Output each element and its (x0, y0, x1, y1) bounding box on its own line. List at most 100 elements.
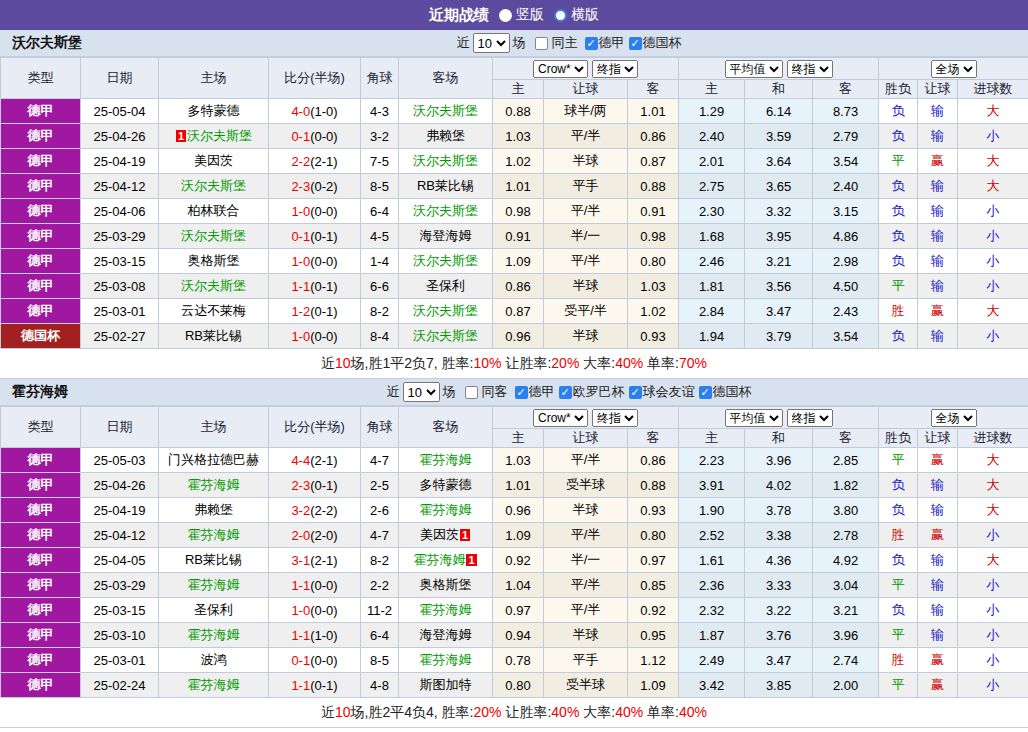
match-row: 德甲25-02-24霍芬海姆1-1(0-1)4-8斯图加特0.80受半球1.09… (1, 673, 1028, 698)
same-venue-checkbox[interactable] (535, 37, 548, 50)
avg-draw: 3.95 (745, 224, 813, 249)
col-handicap: 让球 (544, 429, 628, 448)
result-goals: 小 (958, 224, 1028, 249)
summary-segment: 近 (321, 704, 335, 720)
result-wdl: 负 (879, 548, 918, 573)
away-team: 霍芬海姆 (399, 648, 493, 673)
result-goals: 小 (958, 274, 1028, 299)
match-row: 德甲25-03-01波鸿0-1(0-0)8-5霍芬海姆0.78平手1.122.4… (1, 648, 1028, 673)
corner-cell: 2-5 (361, 473, 399, 498)
league-checkbox[interactable]: ✓ (629, 37, 642, 50)
avg-away: 2.43 (813, 299, 879, 324)
summary-segment: 大率: (579, 355, 615, 371)
result-wdl: 平 (879, 274, 918, 299)
col-corner: 角球 (361, 58, 399, 99)
corner-cell: 6-4 (361, 623, 399, 648)
home-team: 沃尔夫斯堡 (159, 224, 269, 249)
corner-cell: 8-5 (361, 648, 399, 673)
same-venue-checkbox[interactable] (465, 386, 478, 399)
games-count-select[interactable]: 10 (403, 382, 440, 402)
col-hcp-result: 让球 (918, 80, 958, 99)
games-count-select[interactable]: 10 (473, 33, 510, 53)
avg-home: 2.36 (679, 573, 745, 598)
away-team: 美因茨1 (399, 523, 493, 548)
home-odds: 0.94 (493, 623, 544, 648)
odds-stage-select[interactable]: 终指 (592, 409, 638, 427)
away-odds: 0.85 (628, 573, 679, 598)
avg-away: 2.78 (813, 523, 879, 548)
result-goals: 大 (958, 498, 1028, 523)
away-team: 圣保利 (399, 274, 493, 299)
league-checkbox[interactable]: ✓ (559, 386, 572, 399)
match-date: 25-02-27 (81, 324, 159, 349)
match-date: 25-03-10 (81, 623, 159, 648)
match-date: 25-04-26 (81, 473, 159, 498)
home-team: 霍芬海姆 (159, 673, 269, 698)
score-cell: 1-1(0-1) (269, 673, 361, 698)
avg-draw: 4.02 (745, 473, 813, 498)
result-handicap: 赢 (918, 523, 958, 548)
away-odds: 0.98 (628, 224, 679, 249)
home-team: 霍芬海姆 (159, 523, 269, 548)
avg-home: 1.68 (679, 224, 745, 249)
avg-stage-select[interactable]: 终指 (787, 409, 833, 427)
league-checkbox[interactable]: ✓ (629, 386, 642, 399)
avg-away: 4.92 (813, 548, 879, 573)
match-date: 25-04-12 (81, 174, 159, 199)
col-avg-draw: 和 (745, 429, 813, 448)
summary-segment: 70% (679, 355, 707, 371)
result-handicap: 输 (918, 249, 958, 274)
score-cell: 1-0(0-0) (269, 598, 361, 623)
league-label: 德甲 (529, 383, 555, 401)
home-odds: 0.92 (493, 548, 544, 573)
avg-draw: 6.14 (745, 99, 813, 124)
result-handicap: 输 (918, 498, 958, 523)
match-date: 25-05-03 (81, 448, 159, 473)
odds-company-select[interactable]: Crow* (533, 409, 588, 427)
league-checkbox[interactable]: ✓ (699, 386, 712, 399)
result-goals: 小 (958, 598, 1028, 623)
scope-select[interactable]: 全场 (931, 409, 977, 427)
avg-away: 2.98 (813, 249, 879, 274)
radio-vertical[interactable]: 竖版 (499, 6, 544, 24)
away-team: 海登海姆 (399, 224, 493, 249)
scope-select[interactable]: 全场 (931, 60, 977, 78)
handicap: 平/半 (544, 573, 628, 598)
radio-horizontal[interactable]: 横版 (554, 6, 599, 24)
match-date: 25-04-12 (81, 523, 159, 548)
away-team: 沃尔夫斯堡 (399, 199, 493, 224)
near-label: 近 (387, 383, 400, 401)
away-team: 海登海姆 (399, 623, 493, 648)
score-cell: 1-0(0-0) (269, 249, 361, 274)
match-type-badge: 德甲 (1, 274, 81, 299)
league-checkbox[interactable]: ✓ (585, 37, 598, 50)
league-checkbox[interactable]: ✓ (515, 386, 528, 399)
team-name: 沃尔夫斯堡 (12, 34, 82, 52)
avg-home: 1.29 (679, 99, 745, 124)
summary-segment: 让胜率: (502, 355, 552, 371)
corner-cell: 8-2 (361, 548, 399, 573)
league-label: 德国杯 (713, 383, 752, 401)
score-cell: 1-1(1-0) (269, 623, 361, 648)
avg-select[interactable]: 平均值 (725, 60, 783, 78)
handicap: 平/半 (544, 249, 628, 274)
odds-stage-select[interactable]: 终指 (592, 60, 638, 78)
home-odds: 1.09 (493, 249, 544, 274)
result-handicap: 输 (918, 99, 958, 124)
odds-company-select[interactable]: Crow* (533, 60, 588, 78)
away-odds: 0.80 (628, 249, 679, 274)
home-team: 霍芬海姆 (159, 473, 269, 498)
result-handicap: 输 (918, 324, 958, 349)
avg-stage-select[interactable]: 终指 (787, 60, 833, 78)
corner-cell: 11-2 (361, 598, 399, 623)
avg-home: 2.49 (679, 648, 745, 673)
summary-segment: 场,胜1平2负7, 胜率: (351, 355, 474, 371)
result-handicap: 输 (918, 174, 958, 199)
summary-segment: 让胜率: (502, 704, 552, 720)
match-type-badge: 德国杯 (1, 324, 81, 349)
handicap: 平手 (544, 174, 628, 199)
col-wdl: 胜负 (879, 429, 918, 448)
avg-select[interactable]: 平均值 (725, 409, 783, 427)
score-cell: 2-3(0-2) (269, 174, 361, 199)
handicap: 平/半 (544, 523, 628, 548)
